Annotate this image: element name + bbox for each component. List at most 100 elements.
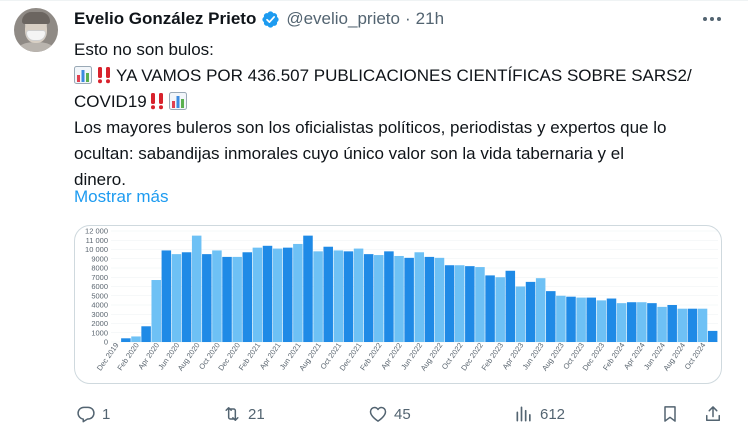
bar — [586, 297, 596, 342]
bar — [566, 296, 576, 342]
bar — [596, 300, 607, 343]
bar — [252, 247, 263, 342]
chart-image[interactable]: 0 1000 2000 3000 4000 5000 6000 7000 8000 9000 10 … — [74, 225, 722, 384]
bar — [384, 251, 394, 342]
bar — [677, 308, 688, 342]
y-tick-label: 0 — [104, 338, 108, 347]
bar — [454, 265, 465, 342]
bar — [687, 308, 698, 342]
bar — [495, 277, 505, 342]
bar — [151, 280, 161, 342]
like-button[interactable]: 45 — [368, 398, 411, 430]
y-tick-label: 9000 — [91, 254, 108, 263]
text-headline: YA VAMOS POR 436.507 PUBLICACIONES CIENT… — [116, 66, 692, 85]
bar — [637, 302, 647, 342]
bookmark-button[interactable] — [660, 398, 680, 430]
bar-chart-emoji — [74, 66, 92, 84]
action-bar: 1 21 45 612 — [0, 398, 748, 430]
x-tick-label: Oct 2024 — [683, 341, 708, 371]
bar — [525, 281, 536, 342]
bar — [141, 326, 151, 342]
avatar[interactable] — [14, 8, 58, 52]
repost-count: 21 — [248, 405, 265, 423]
views-button[interactable]: 612 — [514, 398, 565, 430]
handle[interactable]: @evelio_prieto — [286, 9, 400, 29]
repost-button[interactable]: 21 — [222, 398, 265, 430]
reply-count: 1 — [102, 405, 111, 423]
bar — [181, 252, 192, 342]
separator-dot: · — [404, 9, 411, 28]
y-tick-label: 8000 — [91, 264, 108, 273]
bar — [404, 257, 414, 342]
share-icon — [706, 406, 720, 421]
text-line: COVID19 — [74, 89, 734, 115]
bar — [374, 255, 384, 342]
bar — [707, 330, 718, 342]
text-line: ocultan: sabandijas inmorales cuyo único… — [74, 144, 624, 163]
bar — [313, 251, 323, 342]
bar — [161, 250, 172, 342]
bar — [515, 286, 526, 342]
bar — [262, 245, 273, 342]
y-tick-label: 2000 — [91, 319, 108, 328]
bar — [343, 251, 354, 342]
double-exclamation-emoji — [98, 67, 110, 84]
bar — [191, 235, 202, 343]
text-line: YA VAMOS POR 436.507 PUBLICACIONES CIENT… — [74, 63, 734, 89]
bar — [697, 308, 708, 342]
bar — [424, 256, 435, 342]
reply-icon — [77, 406, 95, 423]
bar — [121, 338, 131, 342]
bar — [272, 248, 283, 342]
bar — [505, 270, 516, 342]
bar — [647, 303, 657, 342]
like-count: 45 — [394, 405, 411, 423]
bar — [444, 265, 455, 342]
share-button[interactable] — [703, 398, 723, 430]
text-line: dinero. — [74, 170, 126, 189]
bar — [222, 256, 232, 342]
bar — [242, 252, 253, 342]
tweet-text: Esto no son bulos: YA VAMOS POR 436.507 … — [74, 37, 734, 193]
more-options-icon[interactable] — [700, 9, 724, 29]
bar — [556, 295, 566, 342]
text-headline-end: COVID19 — [74, 92, 147, 111]
bar — [626, 302, 637, 342]
top-divider — [0, 0, 748, 1]
y-tick-label: 4000 — [91, 301, 108, 310]
reply-button[interactable]: 1 — [76, 398, 110, 430]
timestamp[interactable]: 21h — [416, 9, 444, 29]
bar — [576, 297, 586, 342]
like-icon — [369, 406, 387, 422]
bar — [616, 303, 627, 342]
bar — [353, 248, 364, 342]
bar — [212, 250, 222, 342]
text-line: Los mayores buleros son los oficialistas… — [74, 118, 667, 137]
bar — [363, 254, 374, 343]
verified-badge-icon[interactable] — [261, 10, 280, 29]
bar — [657, 306, 667, 342]
bar — [282, 247, 293, 342]
bar — [232, 256, 242, 342]
y-tick-label: 12 000 — [85, 227, 108, 236]
y-tick-label: 3000 — [91, 310, 108, 319]
bar — [171, 254, 182, 343]
bar-chart: 010002000300040005000600070008000900010 … — [85, 227, 718, 372]
bar — [323, 246, 333, 342]
tweet-header: Evelio González Prieto @evelio_prieto · … — [74, 8, 444, 30]
views-icon — [516, 406, 531, 422]
bar — [202, 254, 212, 343]
bar — [293, 243, 303, 342]
bookmark-icon — [664, 406, 676, 422]
bar — [546, 291, 556, 343]
display-name[interactable]: Evelio González Prieto — [74, 9, 256, 29]
bar — [303, 235, 313, 343]
bar-chart-emoji — [168, 92, 187, 110]
y-tick-label: 11 000 — [86, 236, 108, 245]
bar — [485, 275, 495, 342]
bar — [333, 250, 344, 342]
y-tick-label: 1000 — [91, 328, 108, 337]
show-more-link[interactable]: Mostrar más — [74, 187, 168, 207]
text-line: Esto no son bulos: — [74, 40, 214, 59]
y-tick-label: 5000 — [91, 291, 108, 300]
